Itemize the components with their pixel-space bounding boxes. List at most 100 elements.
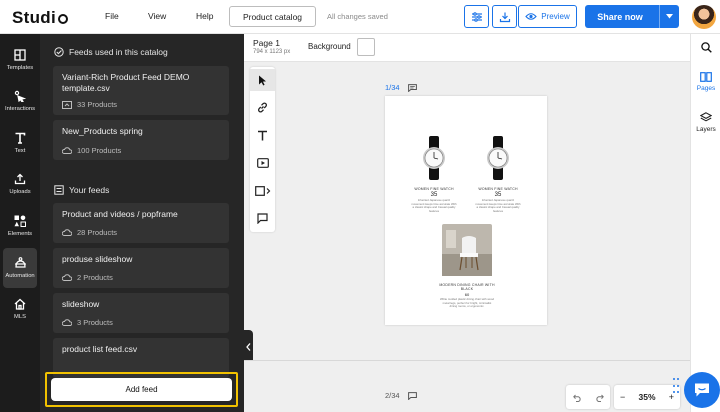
undo-icon[interactable] [572,393,582,402]
product-card[interactable]: MODERN DINING CHAIR WITH BLACK 60 White … [439,224,495,309]
menu-view[interactable]: View [148,11,166,21]
link-tool[interactable] [250,96,275,118]
check-circle-icon [54,47,64,57]
feed-card[interactable]: New_Products spring 100 Products [53,120,229,160]
select-tool[interactable] [250,69,275,91]
page-1-sheet[interactable]: WOMEN FINE WATCH 35 Inherited Japanese q… [385,96,547,325]
background-label: Background [308,42,351,51]
watch-image [487,136,509,180]
video-icon [256,158,269,168]
comment-tool[interactable] [250,207,275,229]
product-card[interactable]: WOMEN FINE WATCH 35 Inherited Japanese q… [411,136,457,213]
watch-image [423,136,445,180]
page-size: 794 x 1123 px [253,49,291,55]
rail-label-uploads: Uploads [9,189,31,195]
page-2-indicator[interactable]: 2/34 [385,391,417,400]
page-2-number: 2/34 [385,391,400,400]
menu-file[interactable]: File [105,11,119,21]
page-title[interactable]: Page 1 [253,38,280,48]
product-catalog-button[interactable]: Product catalog [229,6,316,27]
rail-item-mls[interactable]: MLS [0,289,40,329]
chat-icon [695,383,709,397]
interactions-icon [14,90,26,102]
logo-text: Studi [12,8,56,27]
feed-card[interactable]: Product and videos / popframe 28 Product… [53,203,229,243]
share-dropdown[interactable] [659,5,679,28]
layers-icon [700,112,712,122]
uploads-icon [14,173,26,185]
tool-bar [250,67,275,232]
rail-label-templates: Templates [6,65,34,71]
drag-handle-icon[interactable] [673,378,679,396]
share-now-button[interactable]: Share now [585,5,679,28]
product-name: WOMEN FINE WATCH [414,187,454,191]
comment-icon[interactable] [407,391,417,400]
rail-label-elements: Elements [7,231,33,237]
logo-dot-icon [58,14,68,24]
search-button[interactable] [691,42,720,53]
add-feed-button[interactable]: Add feed [51,378,232,401]
rail-item-interactions[interactable]: Interactions [0,81,40,121]
rail-item-uploads[interactable]: Uploads [0,164,40,204]
chevron-left-icon [245,343,250,351]
product-name: WOMEN FINE WATCH [478,187,518,191]
collapse-panel-button[interactable] [243,330,253,364]
rail-item-templates[interactable]: Templates [0,40,40,80]
right-sidebar: Pages Layers [690,34,720,412]
your-feeds-heading: Your feeds [54,185,109,195]
rail-item-elements[interactable]: Elements [0,206,40,246]
preview-button[interactable]: Preview [518,5,577,28]
catalog-feeds-title: Feeds used in this catalog [69,47,168,57]
rail-item-text[interactable]: Text [0,123,40,163]
zoom-level[interactable]: 35% [638,392,655,402]
feed-card[interactable]: Variant-Rich Product Feed DEMO template.… [53,66,229,115]
pages-label: Pages [696,85,716,92]
automation-icon [14,257,26,268]
user-avatar[interactable] [692,5,716,29]
product-description: Inherited Japanese quartz movement keeps… [411,198,457,213]
feed-count-text: 3 Products [77,318,113,327]
feed-count-text: 2 Products [77,273,113,282]
comment-icon[interactable] [407,83,417,92]
support-chat-button[interactable] [684,372,720,408]
zoom-controls: − 35% + [614,385,680,409]
feed-card[interactable]: produse slideshow 2 Products [53,248,229,288]
square-icon [254,186,270,196]
rail-item-automation[interactable]: Automation [3,248,37,288]
add-feed-highlight: Add feed [45,372,238,407]
shape-tool[interactable] [250,180,275,202]
feed-name: product list feed.csv [62,344,138,354]
adjust-settings-button[interactable] [464,5,489,28]
history-controls [566,385,610,409]
feed-card[interactable]: slideshow 3 Products [53,293,229,333]
elements-icon [14,215,26,227]
text-tool[interactable] [250,124,275,146]
redo-icon[interactable] [595,393,604,402]
feed-product-count: 33 Products [62,100,117,109]
menu-help[interactable]: Help [196,11,213,21]
search-icon [700,42,712,53]
cloud-feed-icon [62,274,72,281]
product-card[interactable]: WOMEN FINE WATCH 35 Inherited Japanese q… [475,136,521,213]
cloud-feed-icon [62,229,72,236]
chair-image [442,224,492,276]
feed-count-text: 100 Products [77,146,122,155]
pages-tab[interactable]: Pages [691,72,720,92]
eye-icon [525,13,538,20]
comment-icon [257,212,268,224]
download-button[interactable] [492,5,517,28]
rail-label-automation: Automation [5,273,35,279]
video-tool[interactable] [250,152,275,174]
zoom-out-button[interactable]: − [620,392,625,402]
layers-tab[interactable]: Layers [691,112,720,133]
feeds-panel: Feeds used in this catalog Variant-Rich … [40,34,244,412]
background-color-swatch[interactable] [357,38,375,56]
app-logo[interactable]: Studi [12,8,68,28]
feed-product-count: 28 Products [62,228,117,237]
feed-name: slideshow [62,299,100,309]
feed-product-count: 2 Products [62,273,113,282]
save-status: All changes saved [327,12,388,21]
text-icon [258,130,267,140]
page-1-indicator[interactable]: 1/34 [385,83,417,92]
page-1-number: 1/34 [385,83,400,92]
